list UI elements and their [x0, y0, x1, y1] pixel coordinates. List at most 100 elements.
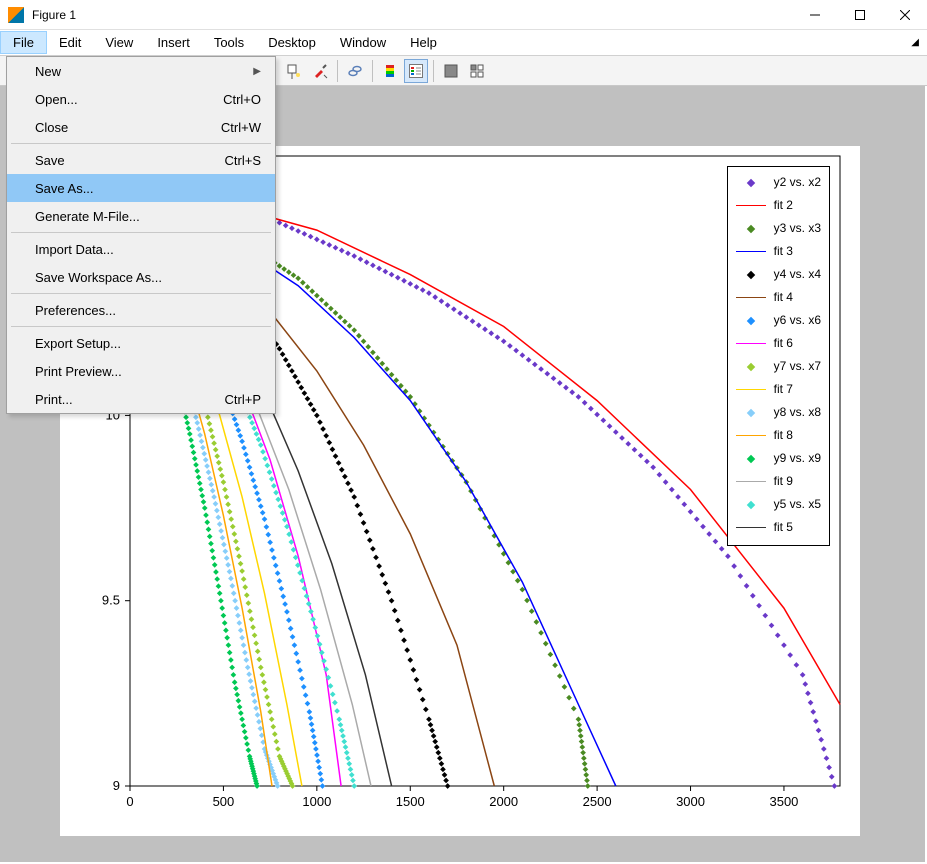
link-button[interactable] — [343, 59, 367, 83]
legend-marker-icon — [736, 268, 766, 282]
close-button[interactable] — [882, 0, 927, 30]
menu-separator — [11, 326, 271, 327]
matlab-icon — [8, 7, 24, 23]
maximize-button[interactable] — [837, 0, 882, 30]
menu-bar: File Edit View Insert Tools Desktop Wind… — [0, 30, 927, 56]
legend-entry[interactable]: y9 vs. x9 — [736, 447, 821, 470]
menu-separator — [11, 232, 271, 233]
menu-item-label: Save — [35, 153, 65, 168]
colorbar-button[interactable] — [378, 59, 402, 83]
menu-window[interactable]: Window — [328, 30, 398, 55]
menu-item-save-workspace-as[interactable]: Save Workspace As... — [7, 263, 275, 291]
svg-text:9.5: 9.5 — [102, 593, 120, 608]
legend-entry[interactable]: fit 7 — [736, 378, 821, 401]
legend-entry[interactable]: fit 8 — [736, 424, 821, 447]
menu-item-import-data[interactable]: Import Data... — [7, 235, 275, 263]
legend-label: fit 6 — [774, 334, 793, 353]
svg-text:2500: 2500 — [583, 794, 612, 809]
legend-entry[interactable]: y5 vs. x5 — [736, 493, 821, 516]
menu-item-export-setup[interactable]: Export Setup... — [7, 329, 275, 357]
legend-label: fit 5 — [774, 518, 793, 537]
legend-label: y4 vs. x4 — [774, 265, 821, 284]
legend-entry[interactable]: y8 vs. x8 — [736, 401, 821, 424]
legend-line-icon — [736, 521, 766, 535]
legend-entry[interactable]: y6 vs. x6 — [736, 309, 821, 332]
svg-text:1500: 1500 — [396, 794, 425, 809]
legend-entry[interactable]: fit 2 — [736, 194, 821, 217]
subplot-1-button[interactable] — [439, 59, 463, 83]
menu-item-label: Save Workspace As... — [35, 270, 162, 285]
legend-label: y8 vs. x8 — [774, 403, 821, 422]
menu-item-save-as[interactable]: Save As... — [7, 174, 275, 202]
legend-button[interactable] — [404, 59, 428, 83]
menu-edit[interactable]: Edit — [47, 30, 93, 55]
legend-marker-icon — [736, 176, 766, 190]
menu-item-preferences[interactable]: Preferences... — [7, 296, 275, 324]
legend-entry[interactable]: y3 vs. x3 — [736, 217, 821, 240]
legend-label: fit 9 — [774, 472, 793, 491]
legend-label: fit 3 — [774, 242, 793, 261]
svg-text:1000: 1000 — [302, 794, 331, 809]
legend-entry[interactable]: fit 5 — [736, 516, 821, 539]
menu-item-shortcut: Ctrl+P — [225, 392, 261, 407]
data-cursor-button[interactable] — [282, 59, 306, 83]
window-title: Figure 1 — [32, 8, 76, 22]
menu-help[interactable]: Help — [398, 30, 449, 55]
subplot-4-button[interactable] — [465, 59, 489, 83]
legend-marker-icon — [736, 498, 766, 512]
legend-label: fit 2 — [774, 196, 793, 215]
menu-item-label: Print Preview... — [35, 364, 122, 379]
legend-marker-icon — [736, 452, 766, 466]
menu-item-label: Open... — [35, 92, 78, 107]
toolbar-separator — [337, 60, 338, 82]
legend-marker-icon — [736, 406, 766, 420]
legend-line-icon — [736, 475, 766, 489]
menu-item-label: Print... — [35, 392, 73, 407]
svg-text:9: 9 — [113, 778, 120, 793]
menu-file[interactable]: File — [0, 31, 47, 54]
legend-entry[interactable]: y7 vs. x7 — [736, 355, 821, 378]
legend-box[interactable]: y2 vs. x2 fit 2 y3 vs. x3 fit 3 y4 vs. x4 fit… — [727, 166, 830, 546]
legend-label: y3 vs. x3 — [774, 219, 821, 238]
legend-entry[interactable]: fit 9 — [736, 470, 821, 493]
menu-item-label: Save As... — [35, 181, 94, 196]
minimize-button[interactable] — [792, 0, 837, 30]
menu-desktop[interactable]: Desktop — [256, 30, 328, 55]
menu-item-save[interactable]: Save Ctrl+S — [7, 146, 275, 174]
menu-tools[interactable]: Tools — [202, 30, 256, 55]
legend-entry[interactable]: fit 3 — [736, 240, 821, 263]
menu-item-generate-m-file[interactable]: Generate M-File... — [7, 202, 275, 230]
menu-item-new[interactable]: New ▶ — [7, 57, 275, 85]
toolbar-separator — [433, 60, 434, 82]
legend-line-icon — [736, 429, 766, 443]
menu-item-shortcut: Ctrl+O — [223, 92, 261, 107]
toolbar-chevron-icon[interactable]: ◢ — [903, 30, 927, 55]
menu-item-print[interactable]: Print... Ctrl+P — [7, 385, 275, 413]
menu-insert[interactable]: Insert — [145, 30, 202, 55]
title-bar: Figure 1 — [0, 0, 927, 30]
svg-text:500: 500 — [213, 794, 235, 809]
submenu-arrow-icon: ▶ — [253, 66, 261, 77]
menu-view[interactable]: View — [93, 30, 145, 55]
menu-item-label: Export Setup... — [35, 336, 121, 351]
legend-line-icon — [736, 199, 766, 213]
legend-entry[interactable]: y4 vs. x4 — [736, 263, 821, 286]
menu-item-label: New — [35, 64, 61, 79]
menu-item-open[interactable]: Open... Ctrl+O — [7, 85, 275, 113]
menu-item-label: Import Data... — [35, 242, 114, 257]
menu-item-label: Preferences... — [35, 303, 116, 318]
svg-text:0: 0 — [126, 794, 133, 809]
menu-item-shortcut: Ctrl+S — [225, 153, 261, 168]
file-dropdown: New▶Open...Ctrl+OCloseCtrl+WSaveCtrl+SSa… — [6, 56, 276, 414]
legend-entry[interactable]: fit 4 — [736, 286, 821, 309]
legend-label: fit 8 — [774, 426, 793, 445]
menu-separator — [11, 293, 271, 294]
legend-label: y9 vs. x9 — [774, 449, 821, 468]
legend-marker-icon — [736, 222, 766, 236]
legend-entry[interactable]: fit 6 — [736, 332, 821, 355]
brush-button[interactable] — [308, 59, 332, 83]
menu-item-print-preview[interactable]: Print Preview... — [7, 357, 275, 385]
legend-entry[interactable]: y2 vs. x2 — [736, 171, 821, 194]
menu-item-label: Close — [35, 120, 68, 135]
menu-item-close[interactable]: CloseCtrl+W — [7, 113, 275, 141]
